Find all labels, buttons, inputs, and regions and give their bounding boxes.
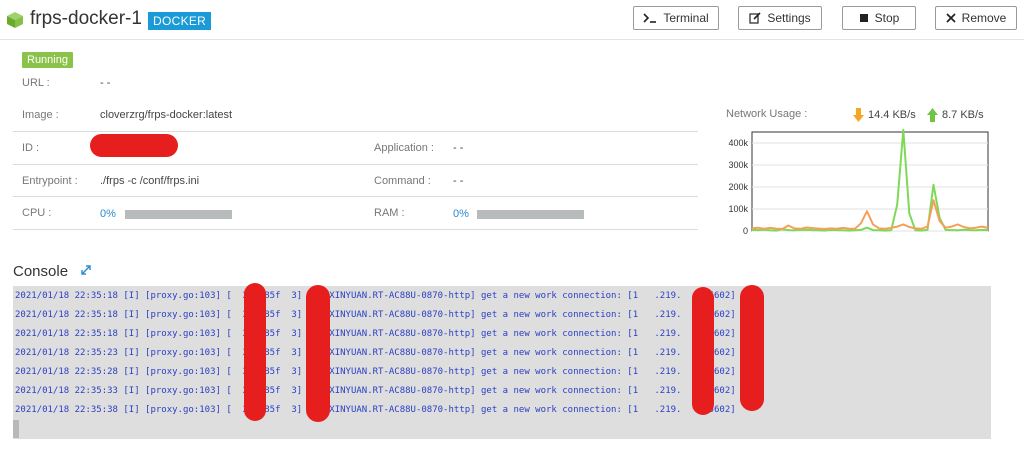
- arrow-down-icon: [853, 108, 864, 122]
- ram-value: 0%: [453, 208, 469, 220]
- log-line: 2021/01/18 22:35:28 [I] [proxy.go:103] […: [15, 367, 736, 377]
- terminal-button-label: Terminal: [663, 11, 709, 25]
- terminal-button[interactable]: Terminal: [633, 6, 719, 30]
- image-label: Image :: [22, 109, 59, 121]
- redacted-id: [90, 134, 178, 157]
- settings-button-label: Settings: [767, 11, 811, 25]
- redaction-mark: [692, 287, 714, 415]
- url-label: URL :: [22, 77, 50, 89]
- type-badge: DOCKER: [148, 12, 212, 30]
- cpu-label: CPU :: [22, 207, 52, 219]
- expand-icon[interactable]: [80, 264, 92, 276]
- log-line: 2021/01/18 22:35:23 [I] [proxy.go:103] […: [15, 348, 736, 358]
- command-value: - -: [453, 175, 464, 187]
- console-scrollbar[interactable]: [13, 420, 19, 438]
- y-tick-label: 100k: [728, 204, 748, 214]
- redaction-mark: [244, 283, 266, 421]
- console-title: Console: [13, 263, 69, 280]
- url-value: - -: [100, 77, 111, 89]
- ram-label: RAM :: [374, 207, 405, 219]
- network-usage-chart: 0 100k 200k 300k 400k: [728, 128, 989, 236]
- y-tick-label: 300k: [728, 160, 748, 170]
- entrypoint-value: ./frps -c /conf/frps.ini: [100, 175, 200, 187]
- edit-icon: [749, 12, 761, 24]
- remove-button-label: Remove: [961, 11, 1007, 25]
- upload-rate-value: 8.7 KB/s: [942, 109, 984, 121]
- entrypoint-label: Entrypoint :: [22, 175, 78, 187]
- upload-rate: 8.7 KB/s: [927, 108, 984, 122]
- header-bar: frps-docker-1 DOCKER Terminal Settings S…: [0, 0, 1024, 40]
- stop-button-label: Stop: [874, 11, 900, 25]
- package-icon: [7, 12, 23, 28]
- y-tick-label: 400k: [728, 138, 748, 148]
- stop-icon: [859, 14, 868, 22]
- id-label: ID :: [22, 142, 40, 154]
- stop-button[interactable]: Stop: [842, 6, 916, 30]
- log-line: 2021/01/18 22:35:33 [I] [proxy.go:103] […: [15, 386, 736, 396]
- download-rate: 14.4 KB/s: [853, 108, 916, 122]
- image-value: cloverzrg/frps-docker:latest: [100, 109, 233, 121]
- arrow-up-icon: [927, 108, 938, 122]
- terminal-icon: [643, 13, 657, 23]
- page-title: frps-docker-1: [30, 8, 142, 29]
- settings-button[interactable]: Settings: [738, 6, 822, 30]
- divider: [13, 229, 698, 230]
- application-value: - -: [453, 142, 464, 154]
- divider: [13, 164, 698, 165]
- close-icon: [946, 13, 956, 23]
- ram-usage-bar: [477, 210, 584, 219]
- console-output[interactable]: 2021/01/18 22:35:18 [I] [proxy.go:103] […: [13, 286, 991, 439]
- download-rate-value: 14.4 KB/s: [868, 109, 916, 121]
- divider: [13, 196, 698, 197]
- log-line: 2021/01/18 22:35:18 [I] [proxy.go:103] […: [15, 291, 736, 301]
- cpu-usage-bar: [125, 210, 232, 219]
- status-badge: Running: [22, 52, 73, 68]
- log-line: 2021/01/18 22:35:38 [I] [proxy.go:103] […: [15, 405, 736, 415]
- log-line: 2021/01/18 22:35:18 [I] [proxy.go:103] […: [15, 310, 736, 320]
- y-tick-label: 200k: [728, 182, 748, 192]
- redaction-mark: [306, 285, 330, 422]
- cpu-value: 0%: [100, 208, 116, 220]
- command-label: Command :: [374, 175, 431, 187]
- redaction-mark: [740, 285, 764, 411]
- log-line: 2021/01/18 22:35:18 [I] [proxy.go:103] […: [15, 329, 736, 339]
- y-tick-label: 0: [743, 226, 748, 236]
- divider: [13, 131, 698, 132]
- application-label: Application :: [374, 142, 434, 154]
- network-usage-label: Network Usage :: [726, 108, 808, 120]
- remove-button[interactable]: Remove: [935, 6, 1017, 30]
